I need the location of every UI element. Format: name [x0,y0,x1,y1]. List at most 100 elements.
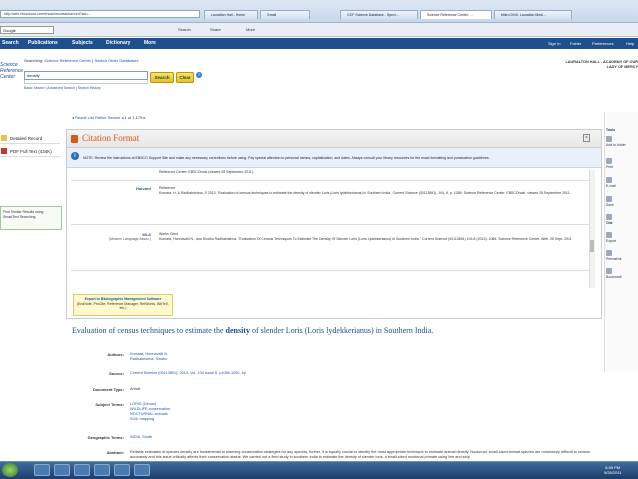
taskbar-app[interactable] [34,464,50,476]
tool-bookmark[interactable]: Bookmark [606,275,622,279]
close-icon[interactable]: × [583,134,590,142]
citation-scroll-area[interactable]: Reference Center, EBSCOhost (viewed 28 S… [67,168,601,290]
record-icon [1,135,7,141]
result-nav-bar: ◂ Result List Refine Search ◂ 1 of 1,179… [72,115,146,120]
divider [71,224,591,225]
searching-line: Searching: Science Reference Center | Se… [24,58,139,63]
export-icon [606,232,612,238]
citation-harvard: Reference Kumara, H, & Radhakrishna, S 2… [159,186,589,196]
nav-help[interactable]: Help [626,41,634,46]
pdf-size: (434K) [38,149,52,154]
citation-note: NOTE: Review the instructions at EBSCO S… [67,148,601,168]
search-sublinks: Basic Search | Advanced Search | Search … [24,86,101,90]
help-icon[interactable]: ? [196,72,202,78]
divider [71,180,591,181]
citation-scrollbar[interactable] [589,170,595,288]
screen: http://web.ebscohost.com/ehost/resultsad… [0,0,638,479]
field-value-doctype: Article [130,387,141,391]
nav-dictionary[interactable]: Dictionary [106,40,130,46]
address-bar[interactable]: http://web.ebscohost.com/ehost/resultsad… [0,10,200,18]
pdf-full-text-link[interactable]: PDF Full Text (434K) [0,146,60,157]
refine-search-link[interactable]: Refine Search [95,115,120,120]
detailed-record-link[interactable]: Detailed Record [0,133,60,144]
browser-tab[interactable]: Mikro DNS: Lauralton Medi... [494,10,572,19]
divider [71,270,591,271]
export-sub: (EndNote, ProCite, Reference Manager, Re… [76,301,170,311]
browser-tab[interactable]: Lauralton Hall - Home [204,10,258,19]
tool-save[interactable]: Save [606,203,614,207]
toolbar-share[interactable]: Share [210,26,221,34]
taskbar-app[interactable] [134,464,150,476]
result-count: 1 of 1,179 [124,115,143,120]
browser-tab[interactable]: GCF Science Database - Speci... [340,10,418,19]
field-value-subject[interactable]: LORIS (Genus) WILDLIFE conservation NOCT… [130,402,600,422]
clear-button[interactable]: Clear [176,72,194,83]
citation-format-panel: Citation Format × NOTE: Review the instr… [66,129,602,319]
citation-title: Citation Format [82,133,140,143]
search-history-link[interactable]: Search History [78,86,101,90]
start-button[interactable] [2,463,18,477]
nav-folder[interactable]: Folder [570,41,581,46]
result-list-link[interactable]: Result List [75,115,94,120]
nav-subjects[interactable]: Subjects [72,40,93,46]
nav-more[interactable]: More [144,40,156,46]
field-label-subject: Subject Terms: [95,402,124,407]
cite-icon [606,214,612,220]
citation-text: Kumara, Honnavalli N., and Sindhu Radhak… [159,237,573,241]
permalink-icon [606,250,612,256]
detailed-record-label: Detailed Record [10,136,43,141]
export-title: Export to Bibliographic Management Softw… [84,297,162,301]
print-icon [606,158,612,164]
tool-print[interactable]: Print [606,165,613,169]
top-nav [0,38,638,49]
style-name-mla: MLA (Modern Language Assoc.) [77,232,151,242]
field-value-source[interactable]: Current Science (00113891); 2013, Vol. 1… [130,371,600,376]
field-value-abstract: Reliable estimates of species density ar… [130,450,590,459]
searching-db-link[interactable]: Science Reference Center [44,58,91,63]
field-label-doctype: Document Type: [92,387,124,392]
search-input[interactable]: density [24,71,148,80]
searching-label: Searching: [24,58,44,63]
tool-export[interactable]: Export [606,239,616,243]
search-input-lower[interactable] [24,80,148,84]
field-value-geographic[interactable]: INDIA, South [130,435,600,440]
search-button[interactable]: Search [150,72,174,83]
browser-tab-active[interactable]: Science Reference Center: ... [420,10,492,19]
taskbar-app[interactable] [94,464,110,476]
browser-search-input[interactable]: Google [0,26,54,34]
nav-publications[interactable]: Publications [28,40,58,46]
choose-db-link[interactable]: Search Other Databases [94,58,138,63]
nav-search[interactable]: Search [2,40,19,46]
citation-text: Kumara, H, & Radhakrishna, S 2013, 'Eval… [159,191,571,195]
tool-email[interactable]: E-mail [606,184,616,188]
field-label-authors: Authors: [107,352,124,357]
institution-name: LAURALTON HALL - ACADEMY OF OUR LADY OF … [565,60,638,69]
nav-preferences[interactable]: Preferences [592,41,614,46]
save-icon [606,196,612,202]
field-label-abstract: Abstract: [106,450,124,455]
taskbar-clock[interactable]: 6:59 PM 9/26/2011 [604,465,622,475]
basic-search-link[interactable]: Basic Search [24,86,45,90]
advanced-search-link[interactable]: Advanced Search [47,86,75,90]
export-link[interactable]: Export to Bibliographic Management Softw… [73,294,173,316]
bookmark-icon [606,268,612,274]
citation-mla: Works Cited Kumara, Honnavalli N., and S… [159,232,589,242]
scrollbar-thumb[interactable] [590,240,594,252]
tool-cite[interactable]: Cite [606,221,613,225]
toolbar-more[interactable]: More [246,26,255,34]
toolbar-search[interactable]: Search [178,26,191,34]
tools-title: Tools [606,128,616,132]
field-value-authors[interactable]: Kumara, Honnavalli N. Radhakrishna, Sind… [130,352,600,362]
taskbar-app[interactable] [74,464,90,476]
taskbar-app[interactable] [54,464,70,476]
style-name-harvard: Harvard [135,186,151,191]
smart-text-link[interactable]: Find Similar Results using SmartText Sea… [0,206,62,230]
taskbar-app[interactable] [114,464,130,476]
tool-permalink[interactable]: Permalink [606,257,622,261]
field-label-geographic: Geographic Terms: [87,435,124,440]
pdf-full-text-label: PDF Full Text [10,149,37,154]
style-sub-mla: (Modern Language Assoc.) [108,237,151,241]
browser-tab[interactable]: Gmail [260,10,310,19]
nav-sign-in[interactable]: Sign In [548,41,560,46]
tool-add-folder[interactable]: Add to folder [606,143,626,147]
